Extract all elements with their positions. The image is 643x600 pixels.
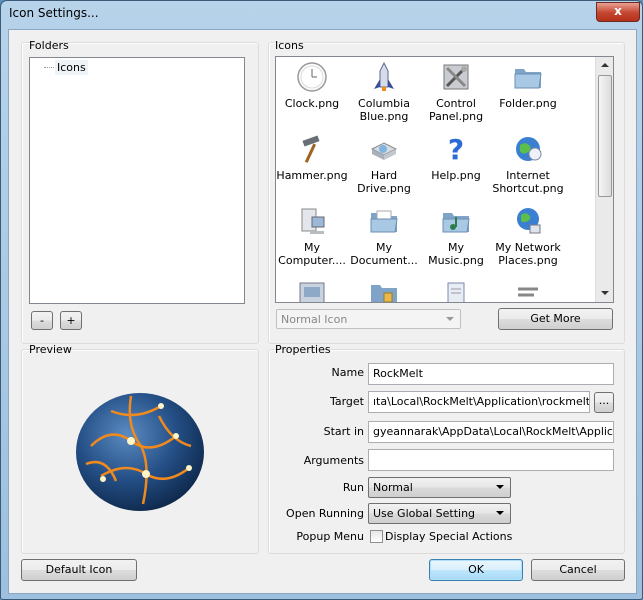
- icon-item-columbia-blue[interactable]: Columbia Blue.png: [348, 61, 420, 123]
- start-in-field[interactable]: gyeannarak\AppData\Local\RockMelt\Applic…: [368, 421, 614, 443]
- shuttle-icon: [374, 61, 394, 91]
- cancel-button[interactable]: Cancel: [531, 559, 625, 581]
- scroll-down-icon[interactable]: [601, 291, 609, 295]
- open-running-select[interactable]: Use Global Setting: [368, 503, 511, 524]
- icon-item-hammer[interactable]: Hammer.png: [276, 133, 348, 182]
- network-icon: [517, 208, 541, 234]
- arguments-field[interactable]: [368, 449, 614, 471]
- icons-scrollbar[interactable]: [595, 57, 613, 302]
- target-field[interactable]: ıta\Local\RockMelt\Application\rockmelt.…: [368, 391, 590, 413]
- partial-notepad-icon: [447, 282, 465, 302]
- computer-icon: [301, 208, 325, 234]
- dialog-client: Folders Icons - + Icons Clock.png Columb…: [8, 29, 637, 594]
- icon-item-internet-shortcut[interactable]: Internet Shortcut.png: [492, 133, 564, 195]
- popup-menu-label: Popup Menu: [296, 530, 364, 543]
- icon-item-my-network-places[interactable]: My Network Places.png: [492, 205, 564, 267]
- music-folder-icon: [442, 213, 470, 233]
- hard-drive-icon: [370, 142, 398, 160]
- icon-style-select[interactable]: Normal Icon: [276, 309, 461, 329]
- ok-button[interactable]: OK: [429, 559, 523, 581]
- rockmelt-globe-icon: [76, 393, 204, 511]
- icon-item-help[interactable]: ? Help.png: [420, 133, 492, 182]
- default-icon-button[interactable]: Default Icon: [21, 559, 137, 581]
- partial-folder-icon: [371, 285, 397, 302]
- run-select[interactable]: Normal: [368, 477, 511, 498]
- icon-item-folder[interactable]: Folder.png: [492, 61, 564, 110]
- start-in-label: Start in: [323, 425, 364, 438]
- icons-list[interactable]: Clock.png Columbia Blue.png Control Pane…: [275, 56, 614, 303]
- target-label: Target: [329, 395, 364, 408]
- folders-label: Folders: [29, 39, 69, 52]
- help-icon: ?: [448, 133, 464, 165]
- tree-item-icons[interactable]: Icons: [55, 60, 88, 75]
- icon-item-my-documents[interactable]: My Document...: [348, 205, 420, 267]
- svg-text:?: ?: [448, 133, 464, 165]
- preview-label: Preview: [29, 343, 72, 356]
- open-running-label: Open Running: [286, 507, 364, 520]
- display-special-actions-label[interactable]: Display Special Actions: [385, 530, 512, 543]
- browse-target-button[interactable]: ...: [594, 392, 614, 413]
- display-special-actions-checkbox[interactable]: [370, 530, 383, 543]
- chevron-down-icon: [446, 317, 454, 321]
- hammer-icon: [302, 135, 320, 163]
- scroll-up-icon[interactable]: [601, 63, 609, 67]
- name-label: Name: [331, 366, 364, 379]
- icon-item-my-music[interactable]: My Music.png: [420, 205, 492, 267]
- remove-folder-button[interactable]: -: [31, 311, 53, 330]
- icon-item-my-computer[interactable]: My Computer....: [276, 205, 348, 267]
- chevron-down-icon: [496, 485, 504, 489]
- clock-icon: [297, 62, 327, 92]
- name-field[interactable]: RockMelt: [368, 363, 614, 385]
- folders-tree[interactable]: Icons: [29, 57, 245, 304]
- add-folder-button[interactable]: +: [60, 311, 82, 330]
- icons-label: Icons: [275, 39, 304, 52]
- tree-connector: [44, 67, 54, 68]
- window-title: Icon Settings...: [9, 6, 99, 20]
- partial-tools-icon: [518, 287, 538, 297]
- icon-item-hard-drive[interactable]: Hard Drive.png: [348, 133, 420, 195]
- scroll-thumb[interactable]: [598, 75, 612, 197]
- icon-item-control-panel[interactable]: Control Panel.png: [420, 61, 492, 123]
- icon-settings-window: Icon Settings... x Folders Icons - + Ico…: [0, 0, 643, 600]
- close-icon: x: [614, 4, 622, 18]
- arguments-label: Arguments: [303, 454, 364, 467]
- chevron-down-icon: [496, 511, 504, 515]
- properties-label: Properties: [275, 343, 331, 356]
- folder-icon: [514, 69, 542, 89]
- get-more-button[interactable]: Get More: [498, 308, 613, 330]
- title-bar[interactable]: Icon Settings... x: [1, 1, 642, 27]
- partial-computer-icon: [299, 282, 325, 302]
- documents-folder-icon: [370, 210, 398, 233]
- globe-icon: [516, 137, 542, 161]
- run-label: Run: [342, 481, 364, 494]
- control-panel-icon: [443, 64, 469, 90]
- icon-item-clock[interactable]: Clock.png: [276, 61, 348, 110]
- close-button[interactable]: x: [596, 2, 640, 22]
